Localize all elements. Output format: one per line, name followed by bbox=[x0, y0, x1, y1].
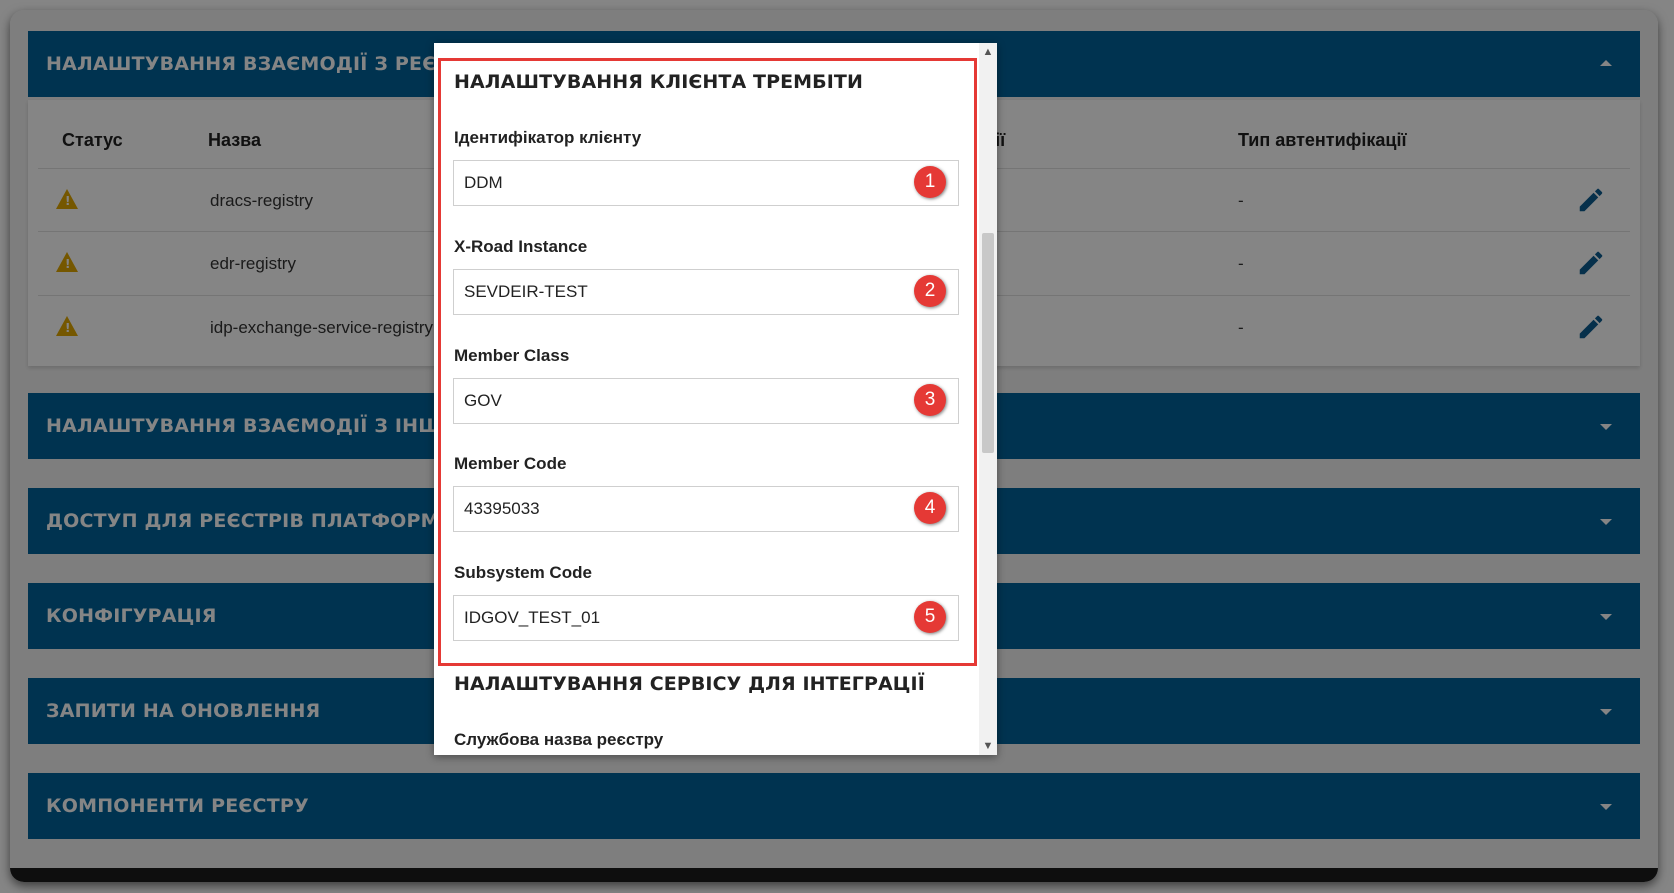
member-code-label: Member Code bbox=[454, 454, 567, 473]
client-section-title: НАЛАШТУВАННЯ КЛІЄНТА ТРЕМБІТИ bbox=[454, 71, 863, 93]
scrollbar-thumb[interactable] bbox=[982, 233, 994, 453]
member-class-input[interactable] bbox=[453, 378, 959, 424]
service-section-title: НАЛАШТУВАННЯ СЕРВІСУ ДЛЯ ІНТЕГРАЦІЇ bbox=[454, 673, 925, 695]
chevron-down-icon[interactable]: ▼ bbox=[979, 737, 997, 755]
member-code-input[interactable] bbox=[453, 486, 959, 532]
chevron-up-icon[interactable]: ▲ bbox=[979, 43, 997, 61]
annotation-badge: 3 bbox=[914, 384, 946, 416]
annotation-badge: 1 bbox=[914, 166, 946, 198]
member-class-label: Member Class bbox=[454, 346, 570, 365]
subsystem-code-input[interactable] bbox=[453, 595, 959, 641]
xroad-instance-label: X-Road Instance bbox=[454, 237, 588, 256]
annotation-badge: 5 bbox=[914, 601, 946, 633]
modal-scrollbar[interactable]: ▲ ▼ bbox=[979, 43, 997, 755]
client-id-label: Ідентифікатор клієнту bbox=[454, 128, 642, 147]
trembita-settings-modal: НАЛАШТУВАННЯ КЛІЄНТА ТРЕМБІТИ Ідентифіка… bbox=[434, 43, 997, 755]
subsystem-code-label: Subsystem Code bbox=[454, 563, 592, 582]
annotation-badge: 4 bbox=[914, 492, 946, 524]
client-id-input[interactable] bbox=[453, 160, 959, 206]
registry-service-name-label: Службова назва реєстру bbox=[454, 730, 664, 749]
xroad-instance-input[interactable] bbox=[453, 269, 959, 315]
annotation-badge: 2 bbox=[914, 275, 946, 307]
